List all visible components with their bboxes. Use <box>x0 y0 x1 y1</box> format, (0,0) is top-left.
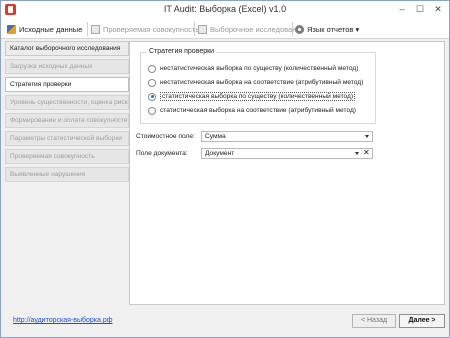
app-window: IT Audit: Выборка (Excel) v1.0 – ☐ ✕ Исх… <box>0 0 450 338</box>
chevron-down-icon[interactable] <box>355 152 359 155</box>
sidebar-item-violations[interactable]: Выявленные нарушения <box>5 167 129 182</box>
close-button[interactable]: ✕ <box>429 2 447 16</box>
back-button[interactable]: < Назад <box>352 314 396 328</box>
gear-icon <box>295 24 304 34</box>
minimize-button[interactable]: – <box>393 2 411 16</box>
clear-icon[interactable]: ✕ <box>363 148 370 157</box>
sidebar-item-strategy[interactable]: Стратегия проверки <box>5 77 129 92</box>
toolbar-separator <box>194 22 195 36</box>
radio-button[interactable] <box>148 64 156 73</box>
strategy-option-nonstat-compliance[interactable]: нестатистическая выборка на соответствие… <box>148 77 363 88</box>
wizard-sidebar: Каталог выборочного исследования Загрузк… <box>5 41 129 185</box>
maximize-button[interactable]: ☐ <box>411 2 429 16</box>
strategy-option-stat-compliance[interactable]: статистическая выборка на соответствие (… <box>148 105 356 116</box>
document-field-select[interactable]: Документ ✕ <box>201 148 373 159</box>
report-language-label: Язык отчетов ▾ <box>307 24 360 34</box>
chevron-down-icon[interactable] <box>365 135 369 138</box>
checkbox-icon <box>91 24 100 34</box>
checked-population-label: Проверяемая совокупность <box>103 24 200 34</box>
radio-label: статистическая выборка на соответствие (… <box>160 107 357 114</box>
main-panel: Стратегия проверки нестатистическая выбо… <box>129 41 445 305</box>
radio-button-selected[interactable] <box>148 92 156 101</box>
radio-button[interactable] <box>148 78 156 87</box>
strategy-group: Стратегия проверки нестатистическая выбо… <box>140 48 376 124</box>
checkbox-icon <box>198 24 207 34</box>
sidebar-item-catalog[interactable]: Каталог выборочного исследования <box>5 41 129 56</box>
toolbar: Исходные данные Проверяемая совокупность… <box>1 19 449 39</box>
toolbar-separator <box>87 22 88 36</box>
document-field-label: Поле документа: <box>136 150 188 157</box>
sampling-study-button[interactable]: Выборочное исследование <box>198 22 305 36</box>
value-field-label: Стоимостное поле: <box>136 133 195 140</box>
checked-population-button[interactable]: Проверяемая совокупность <box>91 22 199 36</box>
sampling-study-label: Выборочное исследование <box>210 24 305 34</box>
toolbar-separator <box>292 22 293 36</box>
strategy-group-title: Стратегия проверки <box>147 48 217 55</box>
sidebar-item-materiality[interactable]: Уровень существенности, оценка риска <box>5 95 129 110</box>
strategy-option-nonstat-substantive[interactable]: нестатистическая выборка по существу (ко… <box>148 63 358 74</box>
website-link[interactable]: http://аудиторская-выборка.рф <box>13 317 112 324</box>
source-data-button[interactable]: Исходные данные <box>7 22 82 36</box>
window-title: IT Audit: Выборка (Excel) v1.0 <box>163 4 287 14</box>
value-field-select[interactable]: Сумма <box>201 131 373 142</box>
document-field-value: Документ <box>205 150 235 157</box>
value-field-value: Сумма <box>205 133 226 140</box>
next-button[interactable]: Далее > <box>399 314 445 328</box>
report-language-menu[interactable]: Язык отчетов ▾ <box>295 22 359 36</box>
radio-label: нестатистическая выборка на соответствие… <box>160 79 364 86</box>
strategy-option-stat-substantive[interactable]: статистическая выборка по существу (коли… <box>148 91 356 102</box>
radio-label: статистическая выборка по существу (коли… <box>160 92 356 101</box>
sidebar-item-checked-population[interactable]: Проверяемая совокупность <box>5 149 129 164</box>
sidebar-item-sampling-parameters[interactable]: Параметры статистической выборки <box>5 131 129 146</box>
radio-button[interactable] <box>148 106 156 115</box>
radio-label: нестатистическая выборка по существу (ко… <box>160 65 359 72</box>
sidebar-item-load-data[interactable]: Загрузка исходных данных <box>5 59 129 74</box>
data-icon <box>7 24 16 34</box>
sidebar-item-population-forming[interactable]: Формирование и оплата совокупностей <box>5 113 129 128</box>
title-bar: IT Audit: Выборка (Excel) v1.0 – ☐ ✕ <box>1 1 449 19</box>
source-data-label: Исходные данные <box>19 24 83 34</box>
